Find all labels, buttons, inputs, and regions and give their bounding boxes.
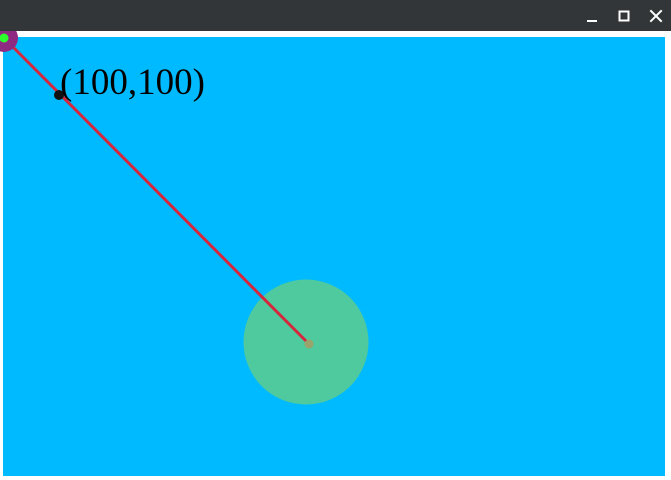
- minimize-button[interactable]: [582, 6, 602, 26]
- canvas-frame: (100,100): [0, 31, 671, 480]
- title-bar: [0, 0, 671, 31]
- app-window: (100,100): [0, 0, 671, 480]
- large-circle-center-dot: [304, 339, 314, 349]
- minimize-icon: [587, 20, 597, 22]
- maximize-button[interactable]: [614, 6, 634, 26]
- drawing-canvas[interactable]: (100,100): [0, 31, 671, 480]
- close-button[interactable]: [646, 6, 666, 26]
- close-icon: [649, 9, 663, 23]
- coordinate-label: (100,100): [60, 62, 205, 103]
- maximize-icon: [618, 10, 630, 22]
